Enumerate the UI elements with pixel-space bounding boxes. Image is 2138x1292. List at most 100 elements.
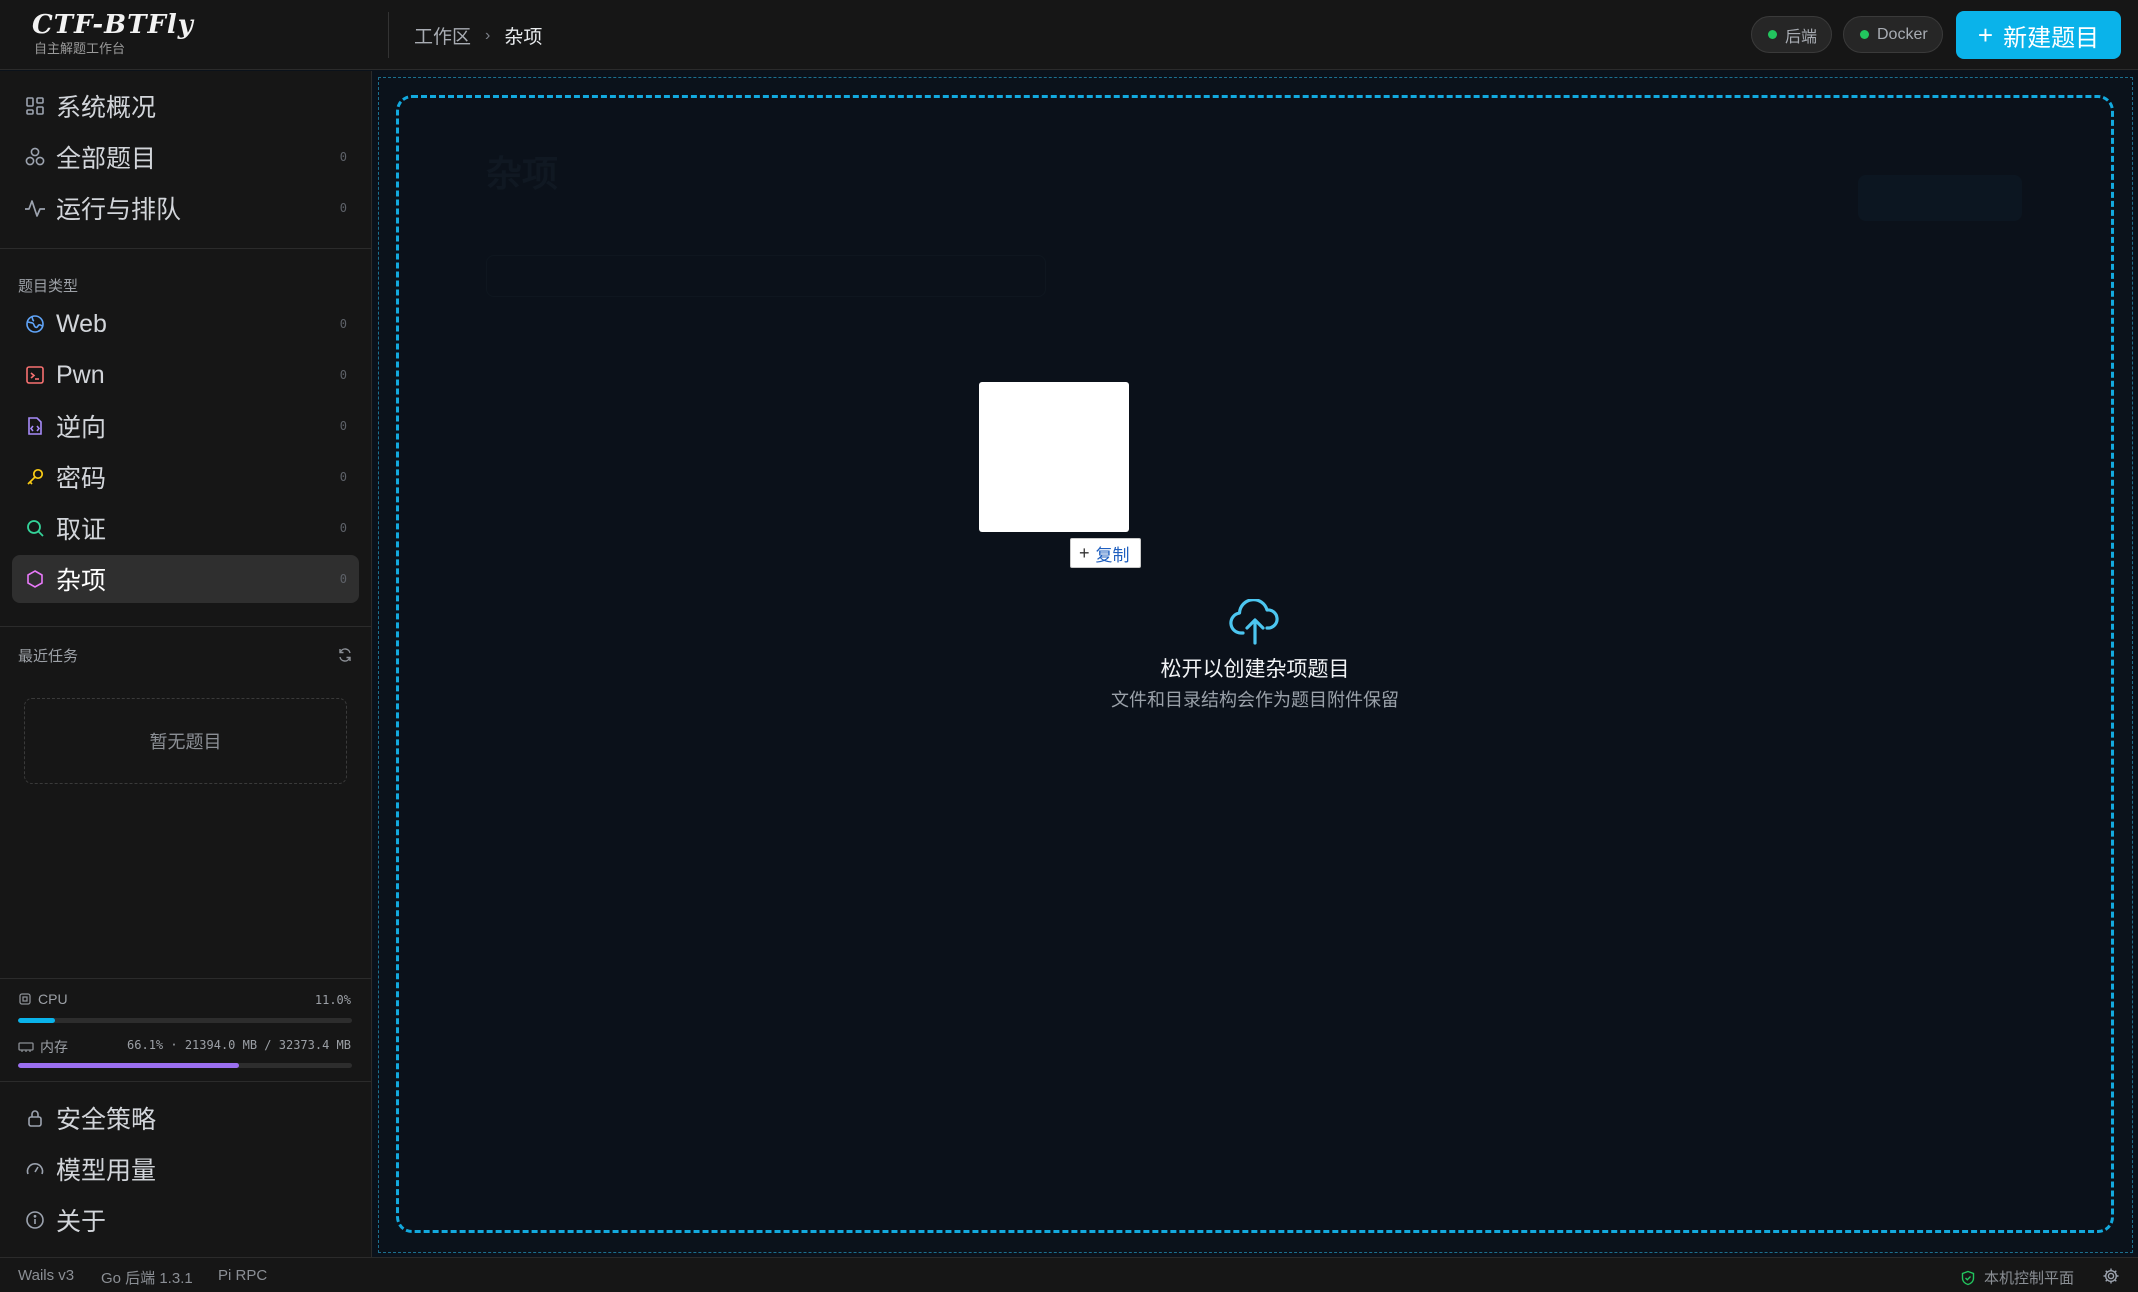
drag-preview-image (979, 382, 1129, 532)
count-badge: 0 (339, 317, 347, 331)
sidebar-item-security-policy[interactable]: 安全策略 (12, 1094, 359, 1142)
search-icon (24, 517, 46, 539)
info-icon (24, 1209, 46, 1231)
sidebar-item-label: 逆向 (56, 414, 107, 442)
drop-zone-title: 松开以创建杂项题目 (1160, 658, 1350, 681)
app-header: CTF-BTFly 自主解题工作台 工作区 › 杂项 后端 Docker + 新… (0, 0, 2138, 70)
memory-metric: 内存 (18, 1037, 68, 1057)
count-badge: 0 (339, 368, 347, 382)
sidebar-item-pwn[interactable]: Pwn 0 (12, 351, 359, 399)
sidebar-item-label: 全部题目 (56, 145, 157, 173)
app-title: CTF-BTFly (32, 10, 194, 40)
key-icon (24, 466, 46, 488)
backend-status-badge: 后端 (1751, 16, 1833, 53)
sidebar-item-model-usage[interactable]: 模型用量 (12, 1145, 359, 1193)
sidebar-item-label: 取证 (56, 516, 107, 544)
sidebar-item-reverse[interactable]: 逆向 0 (12, 402, 359, 450)
backend-status-label: 后端 (1785, 28, 1818, 46)
dashboard-icon (24, 95, 46, 117)
empty-label: 暂无题目 (149, 732, 222, 752)
breadcrumb-workspace[interactable]: 工作区 (414, 22, 471, 49)
docker-status-label: Docker (1877, 25, 1928, 43)
sidebar-item-label: 运行与排队 (56, 196, 182, 224)
shield-check-icon (1961, 1270, 1975, 1285)
new-challenge-label: 新建题目 (2003, 24, 2100, 52)
sidebar: 系统概况 全部题目 0 运行与排队 0 题目类型 Web 0 Pwn 0 逆向 … (0, 71, 372, 1257)
status-pi-rpc: Pi RPC (218, 1267, 268, 1284)
control-plane-label: 本机控制平面 (1983, 1270, 2074, 1287)
cpu-progress-track (18, 1018, 352, 1023)
terminal-icon (24, 364, 46, 386)
status-go-backend: Go 后端 1.3.1 (101, 1270, 193, 1287)
sidebar-item-crypto[interactable]: 密码 0 (12, 453, 359, 501)
control-plane-indicator: 本机控制平面 (1960, 1267, 2074, 1288)
sidebar-divider (0, 1081, 371, 1082)
sidebar-item-overview[interactable]: 系统概况 (12, 82, 359, 130)
sidebar-item-label: 模型用量 (56, 1157, 157, 1185)
sidebar-item-label: 密码 (56, 465, 107, 493)
gear-icon[interactable] (2102, 1267, 2120, 1285)
plus-icon: + (1079, 542, 1090, 563)
breadcrumb: 工作区 › 杂项 (414, 22, 542, 49)
status-dot-icon (1768, 30, 1777, 39)
count-badge: 0 (339, 470, 347, 484)
sidebar-divider (0, 978, 371, 979)
boxes-icon (24, 146, 46, 168)
count-badge: 0 (339, 201, 347, 215)
docker-status-badge: Docker (1843, 16, 1943, 53)
new-challenge-button[interactable]: + 新建题目 (1956, 11, 2121, 59)
sidebar-item-label: 关于 (56, 1208, 107, 1236)
gauge-icon (24, 1158, 46, 1180)
chevron-right-icon: › (485, 26, 491, 44)
cpu-metric: CPU (18, 991, 68, 1007)
plus-icon: + (1977, 20, 1994, 50)
app-logo[interactable]: CTF-BTFly 自主解题工作台 (32, 8, 194, 56)
sidebar-divider (0, 626, 371, 627)
app-subtitle: 自主解题工作台 (34, 41, 126, 56)
drag-copy-badge: + 复制 (1070, 538, 1141, 568)
main-content: 杂项 松开以创建杂项题目 文件和目录结构会作为题目附件保留 + 复制 (372, 71, 2138, 1257)
sidebar-item-label: Web (56, 309, 107, 338)
count-badge: 0 (339, 521, 347, 535)
file-code-icon (24, 415, 46, 437)
categories-title: 题目类型 (18, 278, 79, 295)
count-badge: 0 (339, 572, 347, 586)
memory-progress-track (18, 1063, 352, 1068)
status-dot-icon (1860, 30, 1869, 39)
sidebar-item-label: 系统概况 (56, 94, 157, 122)
hexagon-icon (24, 568, 46, 590)
breadcrumb-current: 杂项 (504, 27, 543, 48)
count-badge: 0 (339, 419, 347, 433)
sidebar-item-forensics[interactable]: 取证 0 (12, 504, 359, 552)
sidebar-item-label: 安全策略 (56, 1106, 157, 1134)
recent-tasks-empty: 暂无题目 (24, 698, 347, 784)
cpu-icon (19, 993, 31, 1005)
status-wails-version: Wails v3 (18, 1267, 75, 1284)
sidebar-item-about[interactable]: 关于 (12, 1196, 359, 1244)
drop-zone-description: 文件和目录结构会作为题目附件保留 (1111, 690, 1399, 710)
cpu-progress-fill (18, 1018, 55, 1023)
sidebar-item-misc[interactable]: 杂项 0 (12, 555, 359, 603)
memory-icon (18, 1042, 34, 1052)
drop-zone-message: 松开以创建杂项题目 文件和目录结构会作为题目附件保留 (372, 599, 2138, 715)
sidebar-item-web[interactable]: Web 0 (12, 300, 359, 348)
memory-label: 内存 (40, 1039, 68, 1055)
drag-copy-label: 复制 (1095, 545, 1130, 565)
refresh-icon[interactable] (337, 647, 353, 663)
sidebar-item-all-challenges[interactable]: 全部题目 0 (12, 133, 359, 181)
cloud-upload-icon (1229, 599, 1279, 645)
activity-icon (24, 197, 46, 219)
header-divider (388, 12, 389, 58)
memory-progress-fill (18, 1063, 239, 1068)
memory-value: 66.1% · 21394.0 MB / 32373.4 MB (127, 1038, 351, 1052)
lock-icon (24, 1107, 46, 1129)
count-badge: 0 (339, 150, 347, 164)
globe-icon (24, 313, 46, 335)
cpu-value: 11.0% (314, 993, 351, 1007)
sidebar-item-label: 杂项 (56, 567, 107, 595)
status-bar: Wails v3 Go 后端 1.3.1 Pi RPC 本机控制平面 (0, 1257, 2138, 1292)
sidebar-divider (0, 248, 371, 249)
sidebar-item-label: Pwn (56, 360, 105, 389)
sidebar-item-runs-queue[interactable]: 运行与排队 0 (12, 184, 359, 232)
recent-tasks-title: 最近任务 (18, 648, 79, 665)
